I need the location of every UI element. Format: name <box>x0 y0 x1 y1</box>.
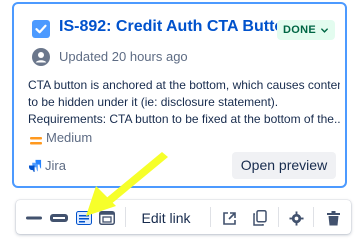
yellow-arrow-annotation <box>86 152 168 216</box>
